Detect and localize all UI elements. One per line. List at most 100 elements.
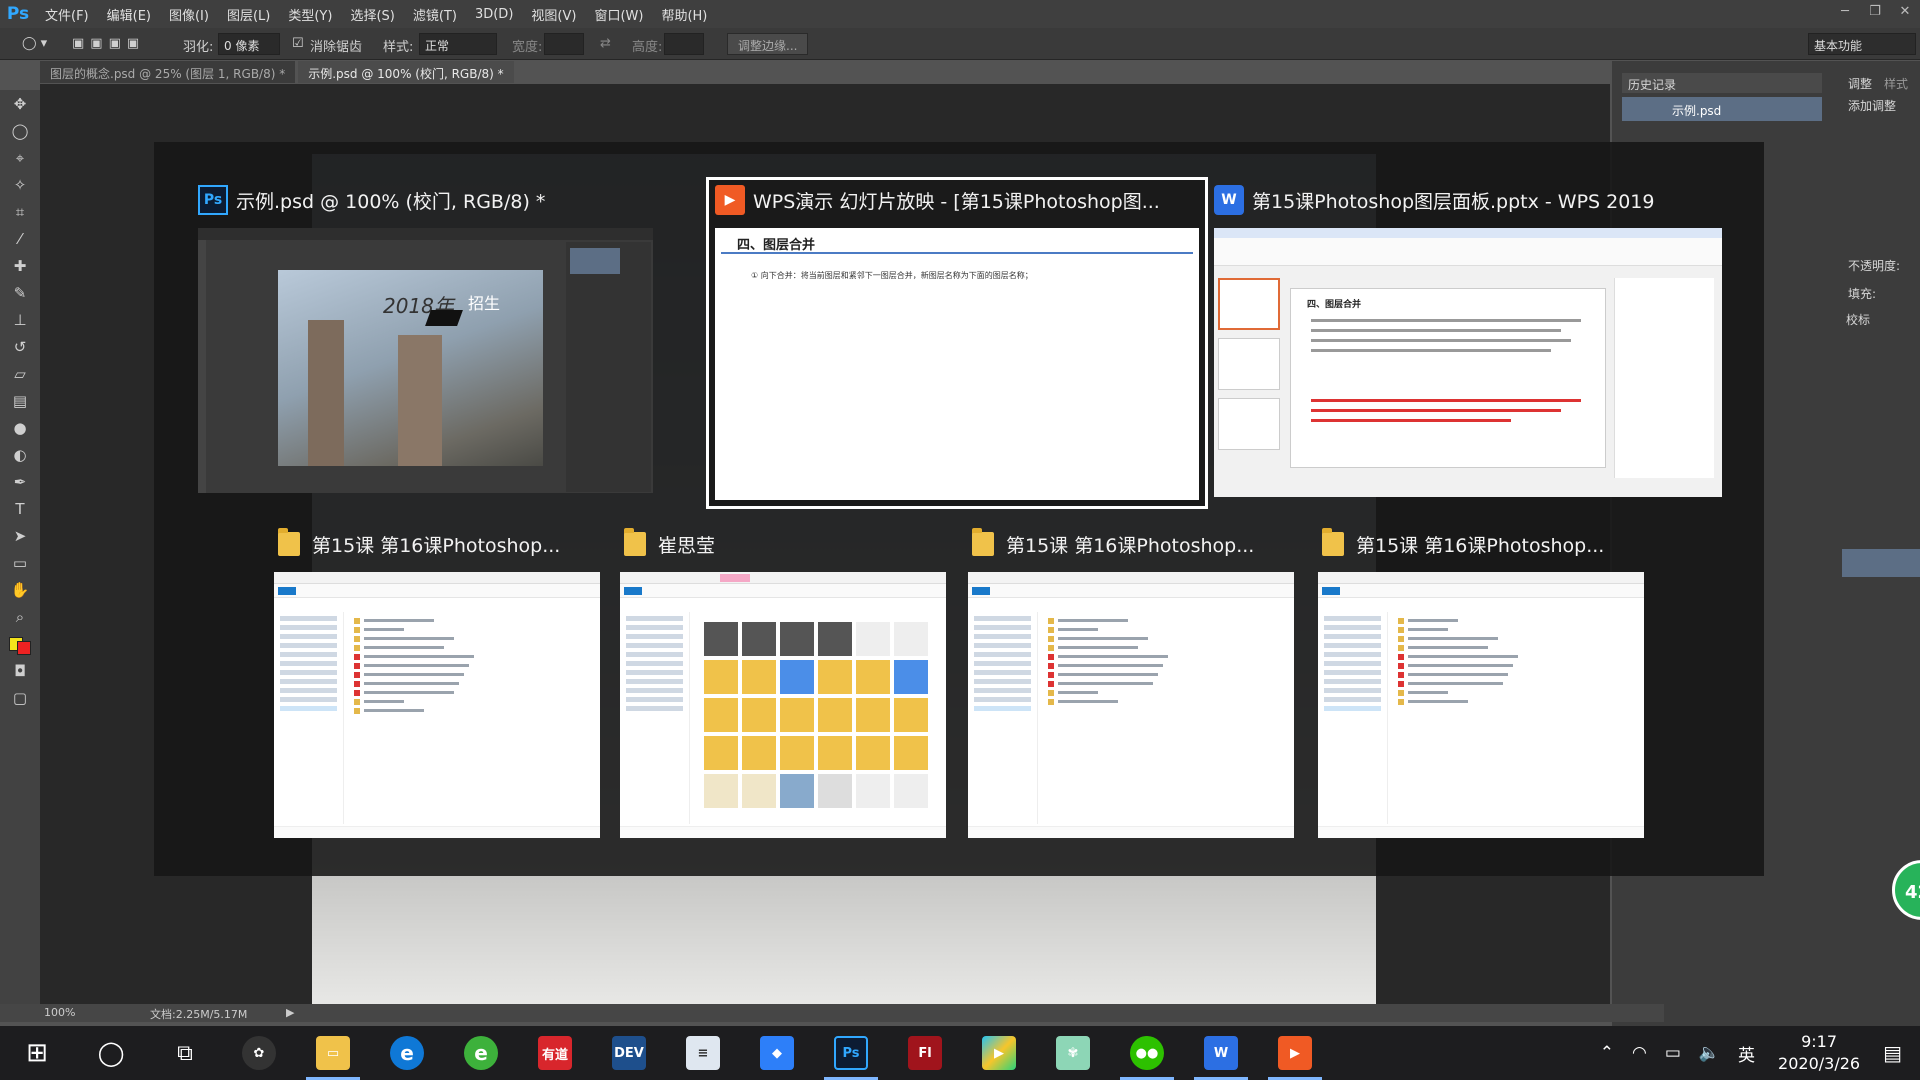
taskbar-feishu[interactable]: ◆ xyxy=(740,1026,814,1080)
antialias-checkbox[interactable]: ☑ xyxy=(292,36,304,51)
history-panel-tab[interactable]: 历史记录 xyxy=(1622,73,1822,93)
taskbar-wps-presentation[interactable]: ▶ xyxy=(1258,1026,1332,1080)
youdao-icon: 有道 xyxy=(538,1036,572,1070)
brush-tool-icon[interactable]: ✎ xyxy=(0,279,40,306)
document-tabs: 图层的概念.psd @ 25% (图层 1, RGB/8) * 示例.psd @… xyxy=(40,61,517,83)
explorer-thumbnail xyxy=(1318,572,1644,838)
tab-layer-concept[interactable]: 图层的概念.psd @ 25% (图层 1, RGB/8) * xyxy=(40,61,296,83)
hand-tool-icon[interactable]: ✋ xyxy=(0,576,40,603)
selection-mode-icons[interactable]: ▣▣▣▣ xyxy=(72,36,145,51)
menu-edit[interactable]: 编辑(E) xyxy=(98,5,160,24)
taskbar-flash[interactable]: Fl xyxy=(888,1026,962,1080)
adjustments-tab[interactable]: 调整 xyxy=(1848,75,1872,92)
zoom-tool-icon[interactable]: ⌕ xyxy=(0,603,40,630)
quick-mask-icon[interactable]: ◘ xyxy=(0,657,40,684)
shape-tool-icon[interactable]: ▭ xyxy=(0,549,40,576)
menu-help[interactable]: 帮助(H) xyxy=(652,5,716,24)
switcher-card-explorer-1[interactable]: 第15课 第16课Photoshop... xyxy=(274,524,600,838)
edge-icon: e xyxy=(390,1036,424,1070)
stamp-tool-icon[interactable]: ⊥ xyxy=(0,306,40,333)
width-input[interactable] xyxy=(544,33,584,55)
styles-tab[interactable]: 样式 xyxy=(1884,75,1908,92)
taskbar-player[interactable]: ▶ xyxy=(962,1026,1036,1080)
blur-icon[interactable]: ● xyxy=(0,414,40,441)
wps-presentation-taskbar-icon: ▶ xyxy=(1278,1036,1312,1070)
taskbar-edge[interactable]: e xyxy=(370,1026,444,1080)
crop-tool-icon[interactable]: ⌗ xyxy=(0,198,40,225)
switcher-card-wps-slideshow[interactable]: ▶ WPS演示 幻灯片放映 - [第15课Photoshop图... 四、图层合并… xyxy=(706,177,1208,509)
tab-example[interactable]: 示例.psd @ 100% (校门, RGB/8) * xyxy=(298,61,514,83)
folder-user-icon xyxy=(620,528,650,559)
search-button[interactable]: ◯ xyxy=(74,1026,148,1080)
graduation-cap-icon xyxy=(425,310,463,326)
clock[interactable]: 9:17 2020/3/26 xyxy=(1778,1031,1860,1075)
lasso-tool-preset-icon[interactable]: ◯ ▾ xyxy=(22,36,47,51)
taskbar-app-b[interactable]: ✾ xyxy=(1036,1026,1110,1080)
move-tool-icon[interactable]: ✥ xyxy=(0,90,40,117)
gradient-icon[interactable]: ▤ xyxy=(0,387,40,414)
folder-icon xyxy=(274,528,304,559)
status-arrow-icon[interactable]: ▶ xyxy=(286,1006,294,1019)
workspace-select[interactable]: 基本功能 xyxy=(1808,33,1916,55)
minimize-icon[interactable]: ─ xyxy=(1830,0,1860,24)
taskbar-file-explorer[interactable]: ▭ xyxy=(296,1026,370,1080)
switcher-card-wps-2019[interactable]: W 第15课Photoshop图层面板.pptx - WPS 2019 四、图层合… xyxy=(1214,180,1722,498)
task-view-button[interactable]: ⧉ xyxy=(148,1026,222,1080)
menu-view[interactable]: 视图(V) xyxy=(522,5,585,24)
menu-window[interactable]: 窗口(W) xyxy=(585,5,652,24)
taskbar-dev[interactable]: DEV xyxy=(592,1026,666,1080)
network-icon[interactable]: ◠ xyxy=(1632,1043,1647,1063)
feather-input[interactable]: 0 像素 xyxy=(218,33,280,55)
restore-icon[interactable]: ❐ xyxy=(1860,0,1890,24)
switcher-card-explorer-4[interactable]: 第15课 第16课Photoshop... xyxy=(1318,524,1644,838)
ime-indicator[interactable]: 英 xyxy=(1738,1041,1755,1066)
close-icon[interactable]: ✕ xyxy=(1890,0,1920,24)
refine-edge-button[interactable]: 调整边缘... xyxy=(727,33,809,55)
taskbar-wps[interactable]: W xyxy=(1184,1026,1258,1080)
healing-brush-icon[interactable]: ✚ xyxy=(0,252,40,279)
quick-select-icon[interactable]: ⌖ xyxy=(0,144,40,171)
menu-file[interactable]: 文件(F) xyxy=(36,5,98,24)
switcher-card-explorer-3[interactable]: 第15课 第16课Photoshop... xyxy=(968,524,1294,838)
pen-tool-icon[interactable]: ✒ xyxy=(0,468,40,495)
menu-image[interactable]: 图像(I) xyxy=(160,5,218,24)
layer-selected-row[interactable] xyxy=(1842,549,1920,577)
volume-icon[interactable]: 🔈 xyxy=(1699,1043,1720,1063)
path-select-icon[interactable]: ➤ xyxy=(0,522,40,549)
dodge-icon[interactable]: ◐ xyxy=(0,441,40,468)
screen-mode-icon[interactable]: ▢ xyxy=(0,684,40,711)
taskbar-wechat[interactable]: ●● xyxy=(1110,1026,1184,1080)
menu-type[interactable]: 类型(Y) xyxy=(279,5,341,24)
menu-filter[interactable]: 滤镜(T) xyxy=(404,5,466,24)
switcher-card-explorer-2[interactable]: 崔思莹 xyxy=(620,524,946,838)
style-select[interactable]: 正常 xyxy=(419,33,497,55)
swap-icon[interactable]: ⇄ xyxy=(600,36,611,51)
taskbar-youdao[interactable]: 有道 xyxy=(518,1026,592,1080)
eyedropper-icon[interactable]: ⁄ xyxy=(0,225,40,252)
history-brush-icon[interactable]: ↺ xyxy=(0,333,40,360)
taskbar-360-browser[interactable]: e xyxy=(444,1026,518,1080)
color-swatches-icon[interactable] xyxy=(0,630,40,657)
switcher-card-photoshop[interactable]: Ps 示例.psd @ 100% (校门, RGB/8) * 2018年 招生 xyxy=(198,180,653,498)
search-icon: ◯ xyxy=(97,1039,125,1067)
menu-select[interactable]: 选择(S) xyxy=(341,5,403,24)
lasso-tool-icon[interactable]: ◯ xyxy=(0,117,40,144)
layer-item-school-logo[interactable]: 校标 xyxy=(1846,311,1870,328)
menu-3d[interactable]: 3D(D) xyxy=(466,7,522,22)
height-input[interactable] xyxy=(664,33,704,55)
battery-icon[interactable]: ▭ xyxy=(1665,1043,1681,1063)
chevron-up-icon[interactable]: ⌃ xyxy=(1600,1043,1614,1063)
eraser-icon[interactable]: ▱ xyxy=(0,360,40,387)
notification-icon[interactable]: ▤ xyxy=(1883,1041,1902,1065)
taskbar-app-a[interactable]: ✿ xyxy=(222,1026,296,1080)
file-explorer-icon: ▭ xyxy=(316,1036,350,1070)
type-tool-icon[interactable]: T xyxy=(0,495,40,522)
slide-text: ① 向下合并：将当前图层和紧邻下一图层合并，新图层名称为下面的图层名称； xyxy=(751,271,1033,280)
taskbar-photoshop[interactable]: Ps xyxy=(814,1026,888,1080)
start-button[interactable]: ⊞ xyxy=(0,1026,74,1080)
menu-layer[interactable]: 图层(L) xyxy=(218,5,279,24)
zoom-level[interactable]: 100% xyxy=(44,1006,75,1019)
taskbar-notepad[interactable]: ≡ xyxy=(666,1026,740,1080)
history-item[interactable]: 示例.psd xyxy=(1622,97,1822,121)
magic-wand-icon[interactable]: ✧ xyxy=(0,171,40,198)
